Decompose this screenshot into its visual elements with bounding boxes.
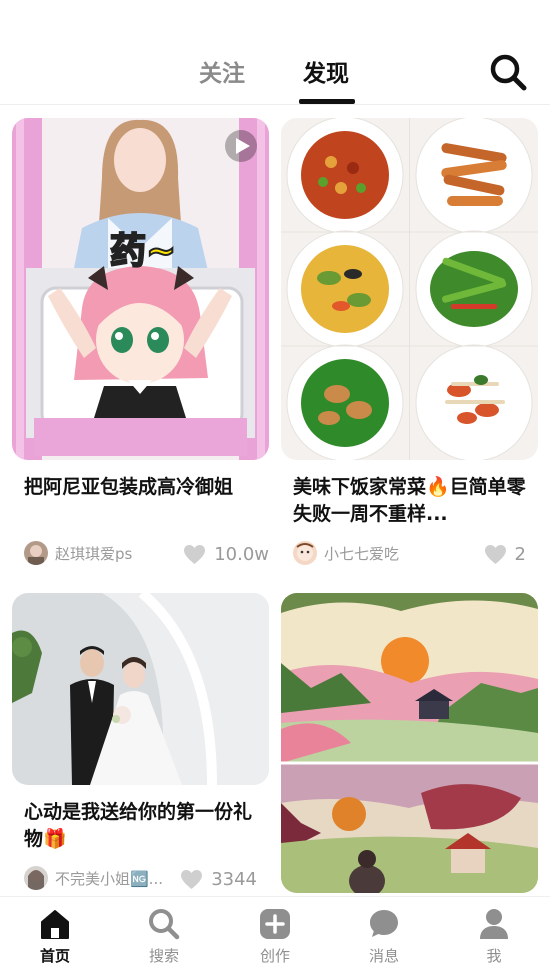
nav-messages[interactable]: 消息 xyxy=(344,907,424,966)
feed-card[interactable]: 美味下饭家常菜🔥巨简单零失败一周不重样... 小七七爱吃 2 xyxy=(281,118,538,578)
nav-me-label: 我 xyxy=(486,947,502,965)
tab-follow[interactable]: 关注 xyxy=(199,54,245,88)
card-cover-image[interactable] xyxy=(12,593,269,785)
card-author[interactable]: 小七七爱吃 xyxy=(293,540,399,566)
like-count: 10.0w xyxy=(214,543,269,565)
author-name: 小七七爱吃 xyxy=(324,544,400,563)
search-icon xyxy=(149,909,180,940)
cover-overlay-text: 药~ xyxy=(109,230,177,273)
nav-me[interactable]: 我 xyxy=(454,907,534,966)
heart-icon xyxy=(181,869,203,889)
card-author[interactable]: 赵琪琪爱ps xyxy=(24,540,132,566)
card-author[interactable]: 不完美小姐🆖... xyxy=(24,865,163,891)
top-tab-bar: 关注 发现 xyxy=(0,0,550,105)
card-title[interactable]: 美味下饭家常菜🔥巨简单零失败一周不重样... xyxy=(293,474,527,528)
card-cover-image[interactable]: 药~ xyxy=(12,118,269,460)
nav-messages-label: 消息 xyxy=(368,947,399,965)
search-button[interactable] xyxy=(488,52,528,92)
like-count: 2 xyxy=(514,543,526,565)
like-count: 3344 xyxy=(211,868,257,890)
nav-search[interactable]: 搜索 xyxy=(124,907,204,966)
nav-search-label: 搜索 xyxy=(148,947,179,965)
nav-home-label: 首页 xyxy=(39,947,70,965)
like-button[interactable]: 3344 xyxy=(180,866,257,892)
home-icon xyxy=(41,910,69,939)
avatar xyxy=(293,541,317,565)
avatar xyxy=(24,541,48,565)
card-title[interactable]: 心动是我送给你的第一份礼物🎁 xyxy=(24,799,258,853)
card-cover-image[interactable] xyxy=(281,593,538,893)
feed-card[interactable] xyxy=(281,593,538,893)
feed-card[interactable]: 心动是我送给你的第一份礼物🎁 不完美小姐🆖... 3344 xyxy=(12,593,269,896)
tab-discover[interactable]: 发现 xyxy=(303,54,349,88)
card-title[interactable]: 把阿尼亚包装成高冷御姐 xyxy=(24,474,258,501)
nav-create[interactable]: 创作 xyxy=(235,907,315,966)
nav-home[interactable]: 首页 xyxy=(15,907,95,966)
discover-feed[interactable]: 药~ 把阿尼亚包装成高冷御姐 赵琪琪爱ps 10.0w 美味下饭家常菜🔥巨简单零… xyxy=(0,106,550,896)
nav-create-label: 创作 xyxy=(259,947,290,965)
user-icon xyxy=(480,909,508,939)
like-button[interactable]: 2 xyxy=(484,541,526,567)
bottom-navigation: 首页 搜索 创作 消息 我 xyxy=(0,896,550,979)
search-icon xyxy=(490,54,527,91)
feed-card[interactable]: 药~ 把阿尼亚包装成高冷御姐 赵琪琪爱ps 10.0w xyxy=(12,118,269,578)
plus-box-icon xyxy=(260,909,290,939)
avatar xyxy=(24,866,48,890)
chat-bubble-icon xyxy=(370,910,398,937)
heart-icon xyxy=(184,544,206,564)
heart-icon xyxy=(484,544,506,564)
like-button[interactable]: 10.0w xyxy=(183,541,269,567)
active-tab-indicator xyxy=(299,99,355,104)
author-name: 不完美小姐🆖... xyxy=(55,869,163,888)
card-cover-image[interactable] xyxy=(281,118,538,460)
author-name: 赵琪琪爱ps xyxy=(55,544,133,563)
